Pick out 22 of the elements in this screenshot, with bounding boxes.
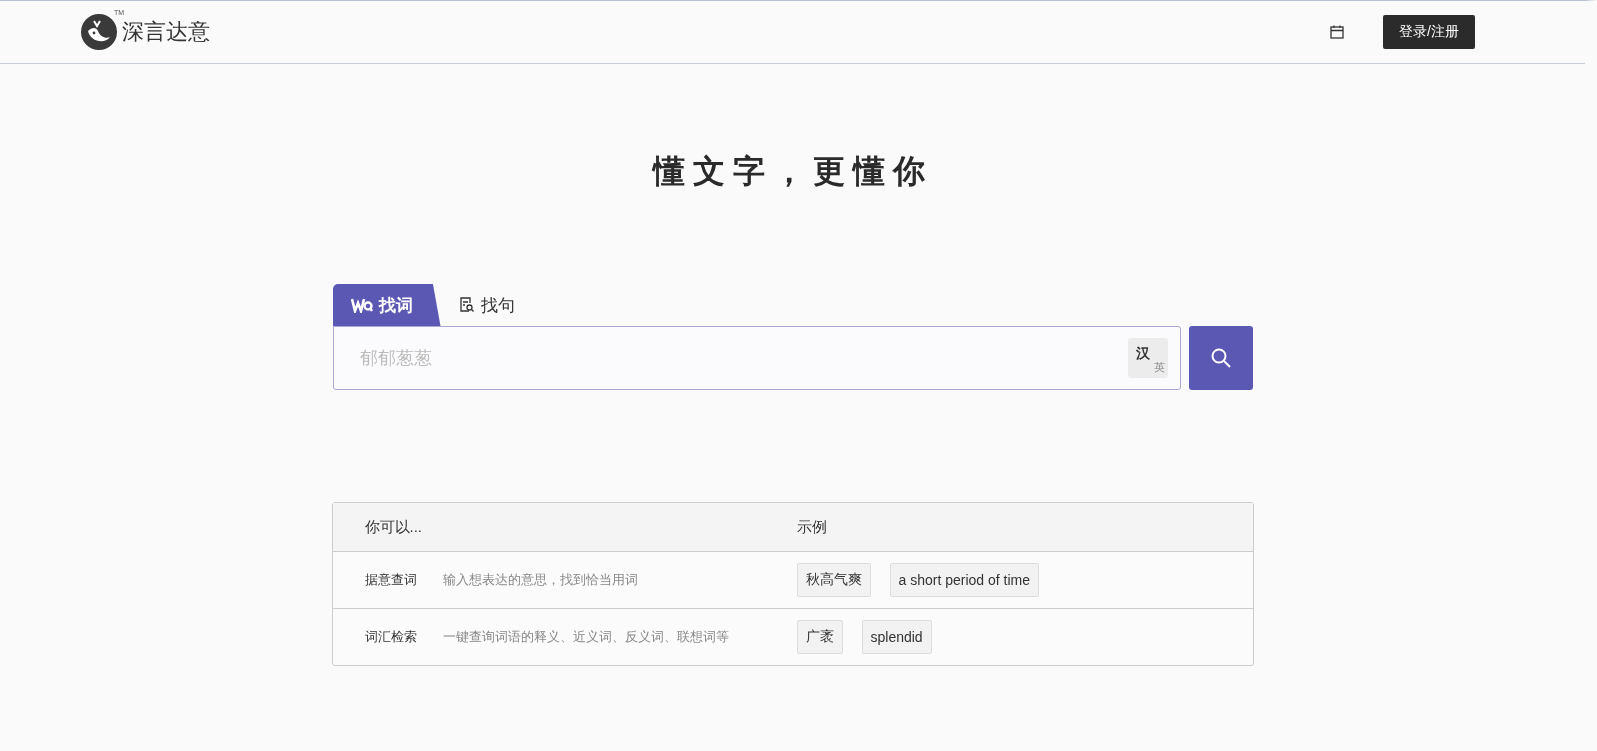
search-button[interactable]: [1188, 326, 1253, 390]
calendar-icon[interactable]: [1329, 24, 1346, 40]
example-chip[interactable]: splendid: [861, 620, 932, 654]
feature-name: 据意查词: [364, 571, 417, 589]
slogan: 懂文字，更懂你: [652, 152, 933, 190]
example-chip[interactable]: a short period of time: [889, 563, 1039, 597]
feature-description: 一键查询词语的释义、近义词、反义词、联想词等: [442, 628, 729, 646]
search-tab[interactable]: 找句: [440, 284, 537, 326]
search-field[interactable]: 郁郁葱葱 汉 英: [332, 326, 1181, 390]
column-header: 示例: [796, 517, 827, 537]
brand-name: 深言达意: [122, 19, 210, 44]
example-chip[interactable]: 秋高气爽: [796, 563, 871, 597]
wq-icon: [350, 297, 373, 313]
feature-name: 词汇检索: [364, 628, 417, 646]
whale-logo-icon: [80, 13, 118, 51]
example-chip[interactable]: 广袤: [796, 620, 843, 654]
column-header: 你可以...: [364, 517, 422, 537]
language-toggle[interactable]: 汉 英: [1127, 338, 1168, 378]
document-search-icon: [458, 297, 475, 313]
search-tab[interactable]: 找词: [332, 284, 441, 326]
feature-description: 输入想表达的意思，找到恰当用词: [442, 571, 638, 589]
login-register-button[interactable]: 登录/注册: [1383, 15, 1475, 49]
